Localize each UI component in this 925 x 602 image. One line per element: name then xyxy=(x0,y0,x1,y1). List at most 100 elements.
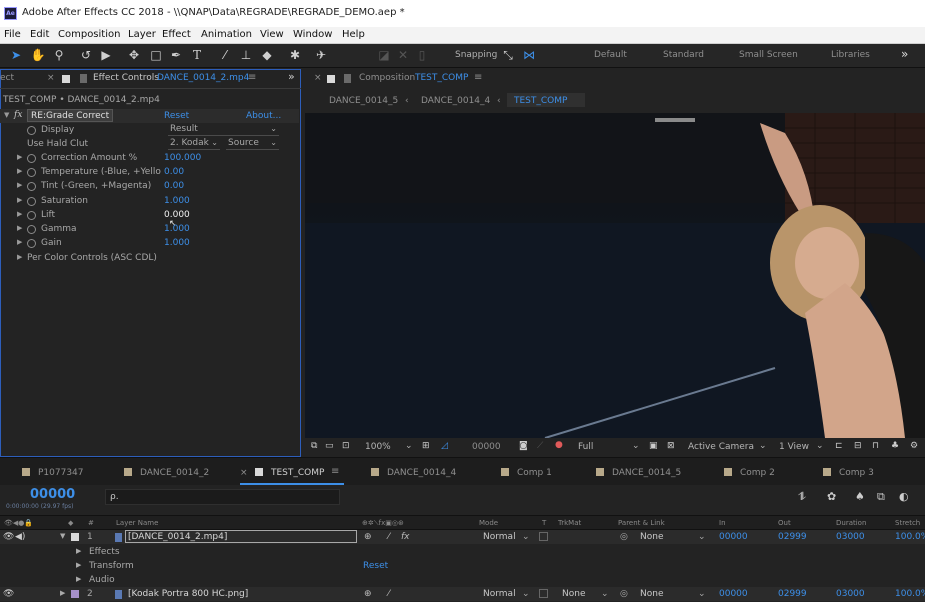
display-dropdown[interactable]: Result ⌄ xyxy=(168,124,279,136)
stopwatch-icon[interactable] xyxy=(27,154,36,163)
timeline-tab[interactable]: Comp 1 xyxy=(501,468,552,478)
visibility-eye-icon[interactable]: 👁 xyxy=(3,532,14,542)
quality-switch-icon[interactable]: ⁄ xyxy=(388,532,390,542)
menu-layer[interactable]: Layer xyxy=(128,29,156,40)
expand-triangle-icon[interactable]: ▶ xyxy=(17,210,22,218)
layer-duration[interactable]: 03000 xyxy=(836,589,865,599)
stretch-header[interactable]: Stretch xyxy=(895,519,920,527)
comp-mini-flowchart-icon[interactable]: ⥮ xyxy=(798,490,806,504)
composition-tab-prefix[interactable]: Composition xyxy=(359,73,415,83)
param-value[interactable]: 1.000 xyxy=(164,238,190,248)
transparency-grid-icon[interactable]: ▣ xyxy=(649,441,658,451)
world-axis-icon[interactable]: ✕ xyxy=(395,47,411,63)
pan-behind-tool-icon[interactable]: ✥ xyxy=(126,47,142,63)
workspace-default[interactable]: Default xyxy=(594,50,627,60)
expand-triangle-icon[interactable]: ▶ xyxy=(17,253,22,261)
snap-edges-icon[interactable]: ⤡ xyxy=(500,47,516,63)
layer-stretch[interactable]: 100.0% xyxy=(895,532,925,542)
timeline-timecode[interactable]: 00000 xyxy=(30,487,75,502)
type-tool-icon[interactable]: T xyxy=(189,47,205,63)
hald-clut-layer-dropdown[interactable]: 2. Kodak ⌄ xyxy=(168,138,220,150)
monitor-icon[interactable]: ▭ xyxy=(325,441,334,451)
effect-controls-tab-label[interactable]: Effect Controls xyxy=(93,73,159,83)
expand-triangle-icon[interactable]: ▶ xyxy=(17,196,22,204)
effect-reset-link[interactable]: Reset xyxy=(164,111,189,121)
param-value[interactable]: 0.00 xyxy=(164,181,184,191)
in-header[interactable]: In xyxy=(719,519,726,527)
flowchart-icon[interactable]: ⊓ xyxy=(872,441,879,451)
layer-name[interactable]: [Kodak Portra 800 HC.png] xyxy=(128,589,248,599)
menu-view[interactable]: View xyxy=(260,29,284,40)
stopwatch-icon[interactable] xyxy=(27,211,36,220)
rectangle-tool-icon[interactable]: □ xyxy=(148,47,164,63)
shy-switch-icon[interactable]: ⊕ xyxy=(364,589,372,599)
display-stopwatch-icon[interactable] xyxy=(27,126,36,135)
menu-file[interactable]: File xyxy=(4,29,21,40)
workspace-small-screen[interactable]: Small Screen xyxy=(739,50,798,60)
duration-header[interactable]: Duration xyxy=(836,519,866,527)
effect-about-link[interactable]: About... xyxy=(246,111,281,121)
camera-dropdown[interactable]: Active Camera xyxy=(688,442,754,452)
workspace-libraries[interactable]: Libraries xyxy=(831,50,870,60)
region-of-interest-icon[interactable]: ◿ xyxy=(441,441,448,451)
shy-layers-icon[interactable]: ♠ xyxy=(855,490,865,503)
parent-dropdown[interactable]: None xyxy=(640,589,663,599)
fit-icon[interactable]: ⊞ xyxy=(422,441,430,451)
comp-crumb[interactable]: DANCE_0014_4 xyxy=(421,96,490,106)
layer-expand-triangle-icon[interactable]: ▼ xyxy=(60,532,65,540)
draft-3d-icon[interactable]: ✿ xyxy=(827,490,836,503)
menu-effect[interactable]: Effect xyxy=(162,29,191,40)
snap-points-icon[interactable]: ⋈ xyxy=(521,47,537,63)
audio-group-label[interactable]: Audio xyxy=(89,575,115,585)
eraser-tool-icon[interactable]: ◆ xyxy=(259,47,275,63)
layer-label-color-icon[interactable] xyxy=(71,533,79,541)
panel-overflow-icon[interactable]: » xyxy=(288,70,295,83)
trkmat-header[interactable]: TrkMat xyxy=(558,519,581,527)
camera-tool-icon[interactable]: ▶ xyxy=(98,47,114,63)
close-tab-icon[interactable]: × xyxy=(47,73,55,83)
layer-row[interactable]: 👁 ▶ 2 [Kodak Portra 800 HC.png] ⊕ ⁄ Norm… xyxy=(0,587,925,601)
puppet-pin-tool-icon[interactable]: ✈ xyxy=(313,47,329,63)
clone-stamp-tool-icon[interactable]: ⊥ xyxy=(238,47,254,63)
reset-exposure-icon[interactable]: ♣ xyxy=(891,441,899,451)
param-value[interactable]: 1.000 xyxy=(164,196,190,206)
param-value[interactable]: 0.000 xyxy=(164,210,190,220)
close-tab-icon[interactable]: × xyxy=(240,468,248,478)
menu-help[interactable]: Help xyxy=(342,29,365,40)
layer-label-color-icon[interactable] xyxy=(71,590,79,598)
effect-expand-triangle-icon[interactable]: ▼ xyxy=(4,111,9,119)
hand-tool-icon[interactable]: ✋ xyxy=(30,47,46,63)
expand-triangle-icon[interactable]: ▶ xyxy=(76,561,81,569)
zoom-dropdown[interactable]: 100% xyxy=(365,442,391,452)
layer-out-point[interactable]: 02999 xyxy=(778,589,807,599)
out-header[interactable]: Out xyxy=(778,519,791,527)
track-matte-dropdown[interactable]: None xyxy=(562,589,585,599)
expand-triangle-icon[interactable]: ▶ xyxy=(17,167,22,175)
project-tab-fragment[interactable]: ect xyxy=(0,73,14,83)
stopwatch-icon[interactable] xyxy=(27,239,36,248)
layer-search-input[interactable]: ρ. xyxy=(105,489,340,505)
timeline-tab[interactable]: DANCE_0014_5 xyxy=(596,468,681,478)
layer-name-field[interactable]: [DANCE_0014_2.mp4] xyxy=(125,530,357,543)
stopwatch-icon[interactable] xyxy=(27,197,36,206)
composition-viewer-frame[interactable] xyxy=(305,113,925,438)
timeline-icon[interactable]: ⊟ xyxy=(854,441,862,451)
effect-controls-tab-file[interactable]: DANCE_0014_2.mp4 xyxy=(157,73,249,83)
stopwatch-icon[interactable] xyxy=(27,168,36,177)
resolution-dropdown[interactable]: Full xyxy=(578,442,593,452)
effect-name[interactable]: RE:Grade Correct xyxy=(27,109,114,122)
workspaces-overflow-button[interactable]: » xyxy=(901,47,908,61)
shy-switch-icon[interactable]: ⊕ xyxy=(364,532,372,542)
audio-icon[interactable]: ◀) xyxy=(15,532,25,542)
lock-icon[interactable] xyxy=(80,74,87,83)
fast-previews-icon[interactable]: ⊠ xyxy=(667,441,675,451)
transform-group-label[interactable]: Transform xyxy=(89,561,134,571)
blend-mode-dropdown[interactable]: Normal xyxy=(483,589,516,599)
motion-blur-icon[interactable]: ◐ xyxy=(899,490,909,503)
show-snapshot-icon[interactable]: ⟋ xyxy=(537,441,543,451)
preserve-transparency-checkbox[interactable] xyxy=(539,589,548,598)
stopwatch-icon[interactable] xyxy=(27,182,36,191)
panel-menu-icon[interactable]: ≡ xyxy=(248,72,256,83)
pickwhip-icon[interactable]: ◎ xyxy=(620,532,628,542)
layer-in-point[interactable]: 00000 xyxy=(719,532,748,542)
